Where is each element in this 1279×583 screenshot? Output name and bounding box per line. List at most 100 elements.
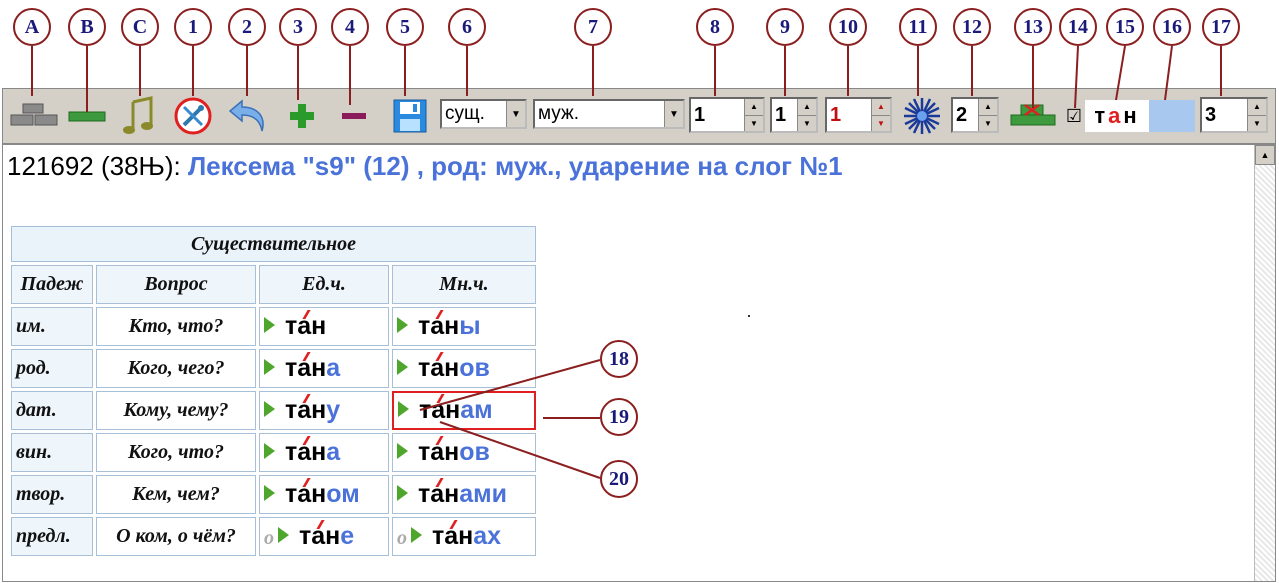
spinner-10-value: 1 [830, 103, 842, 126]
question-label: Кого, чего? [96, 349, 256, 388]
play-icon[interactable] [264, 485, 275, 502]
spin-down-icon[interactable]: ▼ [745, 116, 763, 132]
play-icon[interactable] [397, 359, 408, 376]
form-cell-sg: тана [259, 433, 389, 472]
callout-b: B [68, 8, 106, 46]
case-label: дат. [11, 391, 93, 430]
word-ending: е [340, 522, 355, 550]
single-brick-icon[interactable] [63, 95, 111, 137]
callout-1: 1 [174, 8, 212, 46]
play-icon[interactable] [397, 443, 408, 460]
chevron-down-icon[interactable]: ▼ [664, 101, 683, 127]
bricks-icon[interactable] [7, 95, 61, 137]
spinner-17[interactable]: 3 ▲ ▼ [1200, 97, 1268, 133]
toolbar: сущ. ▼ муж. ▼ 1 ▲ ▼ 1 ▲ ▼ 1 ▲ ▼ 2 ▲ ▼ ☑ … [2, 88, 1276, 144]
word-ending: ов [459, 438, 490, 466]
tools-icon[interactable] [169, 95, 217, 137]
spin-up-icon[interactable]: ▲ [1248, 99, 1266, 116]
word-stem: тан [418, 312, 460, 340]
play-icon[interactable] [264, 401, 275, 418]
spinner-12-value: 2 [956, 103, 968, 126]
crossed-brick-icon[interactable] [1005, 95, 1061, 137]
music-note-icon[interactable] [115, 95, 163, 137]
spin-down-icon[interactable]: ▼ [979, 116, 997, 132]
spin-down-icon[interactable]: ▼ [1248, 116, 1266, 132]
play-icon[interactable] [278, 527, 289, 544]
spin-up-icon[interactable]: ▲ [745, 99, 763, 116]
case-label: предл. [11, 517, 93, 556]
gender-select[interactable]: муж. ▼ [533, 99, 685, 129]
word-ending: ы [459, 312, 481, 340]
word-stem: тан [299, 522, 341, 550]
word-ending: ах [473, 522, 502, 550]
callout-14: 14 [1059, 8, 1097, 46]
play-icon[interactable] [264, 317, 275, 334]
callout-12: 12 [953, 8, 991, 46]
spinner-10[interactable]: 1 ▲ ▼ [825, 97, 892, 133]
spinner-8[interactable]: 1 ▲ ▼ [689, 97, 765, 133]
form-cell-sg: о тане [259, 517, 389, 556]
chevron-down-icon[interactable]: ▼ [506, 101, 525, 127]
stem-letter-2: а [1108, 103, 1124, 128]
callout-c: C [121, 8, 159, 46]
play-icon[interactable] [397, 485, 408, 502]
header-plural: Мн.ч. [392, 265, 536, 304]
header-singular: Ед.ч. [259, 265, 389, 304]
floppy-disk-icon[interactable] [385, 95, 435, 137]
lexeme-description: Лексема "s9" (12) , род: муж., ударение … [187, 151, 843, 181]
stem-checkbox[interactable]: ☑ [1063, 95, 1085, 137]
form-cell-pl: танами [392, 475, 536, 514]
case-label: твор. [11, 475, 93, 514]
spin-up-icon[interactable]: ▲ [798, 99, 816, 116]
word-ending: ом [326, 480, 360, 508]
undo-arrow-icon[interactable] [223, 95, 273, 137]
stem-letter-1: т [1094, 103, 1109, 128]
question-label: О ком, о чём? [96, 517, 256, 556]
table-row: предл. О ком, о чём? о тане о тан ах [11, 517, 536, 556]
play-icon[interactable] [264, 443, 275, 460]
play-icon[interactable] [264, 359, 275, 376]
play-icon[interactable] [411, 527, 422, 544]
spinner-9[interactable]: 1 ▲ ▼ [770, 97, 818, 133]
play-icon[interactable] [398, 401, 409, 418]
part-of-speech-select[interactable]: сущ. ▼ [440, 99, 527, 129]
header-question: Вопрос [96, 265, 256, 304]
callout-7: 7 [574, 8, 612, 46]
callout-17: 17 [1202, 8, 1240, 46]
word-stem: тан [285, 312, 327, 340]
stray-dot [748, 315, 750, 317]
word-stem: тан [285, 438, 327, 466]
case-label: род. [11, 349, 93, 388]
minus-icon[interactable] [331, 95, 377, 137]
spin-up-icon[interactable]: ▲ [872, 99, 890, 116]
scroll-up-icon[interactable]: ▲ [1255, 145, 1275, 165]
word-ending: а [326, 354, 341, 382]
content-area: 121692 (38Њ): Лексема "s9" (12) , род: м… [2, 144, 1276, 582]
spin-up-icon[interactable]: ▲ [979, 99, 997, 116]
play-icon[interactable] [397, 317, 408, 334]
form-cell-pl: таны [392, 307, 536, 346]
table-row: твор. Кем, чем? таном танами [11, 475, 536, 514]
case-label: им. [11, 307, 93, 346]
word-stem: тан [285, 480, 327, 508]
plus-icon[interactable] [279, 95, 325, 137]
preposition-label: о [264, 527, 274, 549]
form-cell-sg: тану [259, 391, 389, 430]
spinner-12[interactable]: 2 ▲ ▼ [951, 97, 999, 133]
word-stem: тан [285, 354, 327, 382]
table-row: вин. Кого, что? тана танов [11, 433, 536, 472]
color-swatch[interactable] [1149, 100, 1195, 132]
declension-table: Существительное Падеж Вопрос Ед.ч. Мн.ч.… [8, 223, 539, 559]
gender-value: муж. [538, 103, 579, 124]
form-cell-sg: тан [259, 307, 389, 346]
star-burst-icon[interactable] [898, 95, 946, 137]
part-of-speech-value: сущ. [445, 103, 485, 124]
callout-13: 13 [1014, 8, 1052, 46]
vertical-scrollbar[interactable] [1254, 145, 1275, 581]
spin-down-icon[interactable]: ▼ [872, 116, 890, 132]
form-cell-sg: таном [259, 475, 389, 514]
spin-down-icon[interactable]: ▼ [798, 116, 816, 132]
question-label: Кем, чем? [96, 475, 256, 514]
word-ending: ов [459, 354, 490, 382]
question-label: Кому, чему? [96, 391, 256, 430]
